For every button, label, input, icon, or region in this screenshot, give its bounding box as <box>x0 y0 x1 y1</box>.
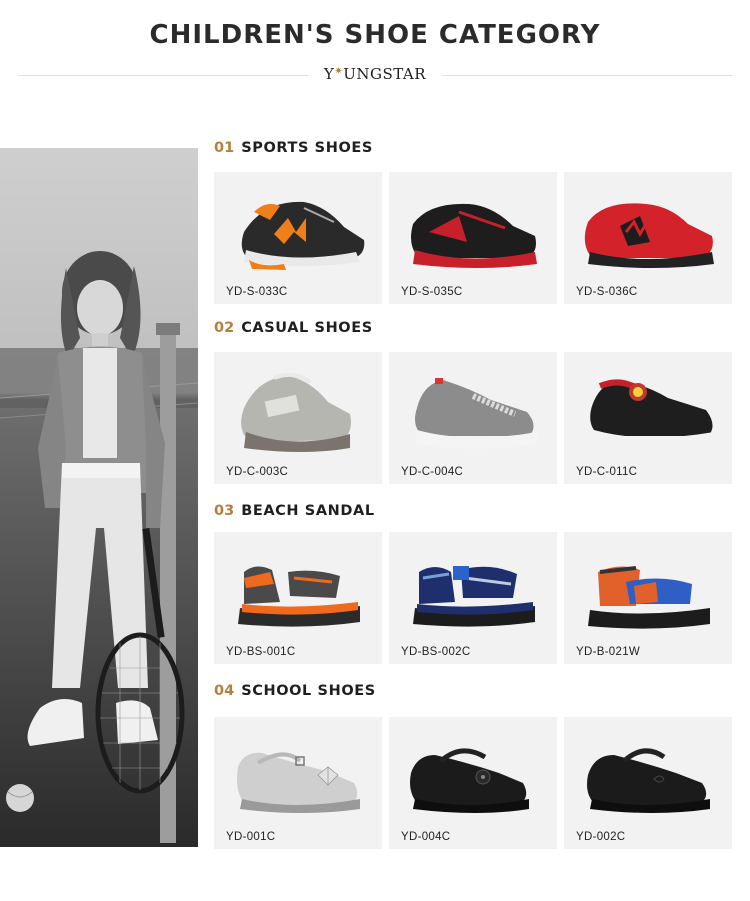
product-card-yd-c-011c[interactable]: YD-C-011C <box>564 352 732 484</box>
product-card-yd-bs-001c[interactable]: YD-BS-001C <box>214 532 382 664</box>
product-card-yd-001c[interactable]: YD-001C <box>214 717 382 849</box>
product-code: YD-S-035C <box>401 286 463 298</box>
brand-suffix: UNGSTAR <box>343 65 427 83</box>
product-card-yd-c-003c[interactable]: YD-C-003C <box>214 352 382 484</box>
brand-prefix: Y <box>323 65 335 83</box>
girl-tennis-photo <box>0 148 198 847</box>
star-icon: ✷ <box>334 66 344 77</box>
page-title: CHILDREN'S SHOE CATEGORY <box>149 20 601 50</box>
section-header-casual-shoes: 02 CASUAL SHOES <box>214 320 373 340</box>
product-card-yd-s-033c[interactable]: YD-S-033C <box>214 172 382 304</box>
mary-jane-silver-icon <box>237 752 360 813</box>
product-code: YD-004C <box>401 831 451 843</box>
sneaker-black-red-icon <box>411 203 537 268</box>
brand-logo: Y✷UNGSTAR <box>18 65 732 83</box>
product-code: YD-S-033C <box>226 286 288 298</box>
product-code: YD-C-003C <box>226 466 289 478</box>
product-code: YD-BS-002C <box>401 646 471 658</box>
product-card-yd-s-035c[interactable]: YD-S-035C <box>389 172 557 304</box>
brand-row: Y✷UNGSTAR <box>18 62 732 88</box>
product-card-yd-c-004c[interactable]: YD-C-004C <box>389 352 557 484</box>
product-code: YD-B-021W <box>576 646 641 658</box>
product-code: YD-C-011C <box>576 466 638 478</box>
section-title: SCHOOL SHOES <box>241 683 376 699</box>
mary-jane-black-icon <box>587 748 710 813</box>
product-code: YD-001C <box>226 831 276 843</box>
sandal-orange-blue-icon <box>588 566 710 629</box>
sneaker-black-orange-icon <box>241 201 365 270</box>
product-card-yd-004c[interactable]: YD-004C <box>389 717 557 849</box>
product-code: YD-C-004C <box>401 466 464 478</box>
section-number: 02 <box>214 320 235 336</box>
section-header-school-shoes: 04 SCHOOL SHOES <box>214 683 376 703</box>
product-code: YD-BS-001C <box>226 646 296 658</box>
section-header-sports-shoes: 01 SPORTS SHOES <box>214 140 373 160</box>
product-card-yd-002c[interactable]: YD-002C <box>564 717 732 849</box>
product-card-yd-bs-002c[interactable]: YD-BS-002C <box>389 532 557 664</box>
section-title: CASUAL SHOES <box>241 320 373 336</box>
mary-jane-black-flower-icon <box>410 748 529 813</box>
product-card-yd-b-021w[interactable]: YD-B-021W <box>564 532 732 664</box>
section-title: BEACH SANDAL <box>241 503 375 519</box>
product-code: YD-S-036C <box>576 286 638 298</box>
sandal-navy-icon <box>413 566 535 627</box>
section-header-beach-sandal: 03 BEACH SANDAL <box>214 503 375 523</box>
product-card-yd-s-036c[interactable]: YD-S-036C <box>564 172 732 304</box>
sneaker-red-icon <box>584 203 714 268</box>
slip-on-black-icon <box>590 379 714 449</box>
sneaker-grey-light-icon <box>241 372 351 452</box>
divider-right <box>442 75 732 76</box>
section-number: 03 <box>214 503 235 519</box>
section-number: 04 <box>214 683 235 699</box>
section-title: SPORTS SHOES <box>241 140 373 156</box>
section-number: 01 <box>214 140 235 156</box>
sandal-grey-orange-icon <box>238 566 360 627</box>
slip-on-grey-icon <box>415 378 537 449</box>
product-code: YD-002C <box>576 831 626 843</box>
